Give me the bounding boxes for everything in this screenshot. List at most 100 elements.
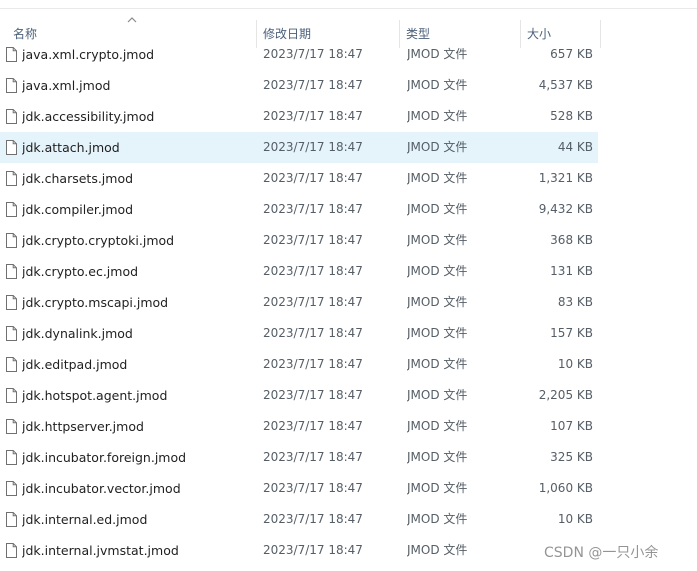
- file-row[interactable]: jdk.editpad.jmod 2023/7/17 18:47 JMOD 文件 10…: [0, 349, 600, 380]
- file-date: 2023/7/17 18:47: [263, 295, 363, 309]
- file-icon: [6, 264, 17, 279]
- file-date: 2023/7/17 18:47: [263, 419, 363, 433]
- file-name: jdk.editpad.jmod: [22, 357, 128, 372]
- file-list: java.xml.crypto.jmod 2023/7/17 18:47 JMOD …: [0, 39, 697, 571]
- file-icon: [6, 202, 17, 217]
- file-icon: [6, 140, 17, 155]
- file-row[interactable]: jdk.attach.jmod 2023/7/17 18:47 JMOD 文件 44 …: [0, 132, 598, 163]
- file-name: jdk.crypto.mscapi.jmod: [22, 295, 169, 310]
- file-row[interactable]: jdk.crypto.ec.jmod 2023/7/17 18:47 JMOD 文件…: [0, 256, 600, 287]
- file-type: JMOD 文件: [407, 481, 468, 495]
- file-size: 325 KB: [550, 450, 593, 464]
- file-size: 2,205 KB: [538, 388, 593, 402]
- file-name: java.xml.jmod: [22, 78, 111, 93]
- file-icon: [6, 78, 17, 93]
- file-type: JMOD 文件: [407, 543, 468, 557]
- file-icon: [6, 543, 17, 558]
- file-date: 2023/7/17 18:47: [263, 140, 363, 154]
- file-date: 2023/7/17 18:47: [263, 450, 363, 464]
- file-row[interactable]: jdk.internal.jvmstat.jmod 2023/7/17 18:47…: [0, 535, 600, 566]
- file-date: 2023/7/17 18:47: [263, 543, 363, 557]
- file-size: 1,321 KB: [538, 171, 593, 185]
- file-type: JMOD 文件: [407, 233, 468, 247]
- file-date: 2023/7/17 18:47: [263, 357, 363, 371]
- file-icon: [6, 326, 17, 341]
- file-type: JMOD 文件: [407, 419, 468, 433]
- file-name: jdk.dynalink.jmod: [22, 326, 133, 341]
- file-name: jdk.crypto.cryptoki.jmod: [22, 233, 175, 248]
- file-date: 2023/7/17 18:47: [263, 388, 363, 402]
- file-size: 131 KB: [550, 264, 593, 278]
- file-date: 2023/7/17 18:47: [263, 171, 363, 185]
- file-date: 2023/7/17 18:47: [263, 78, 363, 92]
- file-icon: [6, 512, 17, 527]
- file-size: 4,537 KB: [538, 78, 593, 92]
- file-name: jdk.attach.jmod: [22, 140, 120, 155]
- file-name: jdk.internal.jvmstat.jmod: [22, 543, 179, 558]
- file-name: jdk.incubator.foreign.jmod: [22, 450, 187, 465]
- top-separator: [0, 8, 697, 9]
- file-icon: [6, 450, 17, 465]
- file-row[interactable]: jdk.hotspot.agent.jmod 2023/7/17 18:47 JMO…: [0, 380, 600, 411]
- file-size: 83 KB: [557, 295, 593, 309]
- file-size: 10 KB: [557, 512, 593, 526]
- file-date: 2023/7/17 18:47: [263, 109, 363, 123]
- file-name: jdk.incubator.vector.jmod: [22, 481, 181, 496]
- file-name: jdk.crypto.ec.jmod: [22, 264, 139, 279]
- file-date: 2023/7/17 18:47: [263, 233, 363, 247]
- file-date: 2023/7/17 18:47: [263, 481, 363, 495]
- file-type: JMOD 文件: [407, 264, 468, 278]
- watermark: CSDN @一只小余: [544, 545, 659, 561]
- file-row[interactable]: jdk.httpserver.jmod 2023/7/17 18:47 JMOD 文…: [0, 411, 600, 442]
- file-name: jdk.httpserver.jmod: [22, 419, 144, 434]
- file-size: 9,432 KB: [538, 202, 593, 216]
- file-icon: [6, 481, 17, 496]
- file-date: 2023/7/17 18:47: [263, 264, 363, 278]
- file-date: 2023/7/17 18:47: [263, 202, 363, 216]
- file-size: 657 KB: [550, 47, 593, 61]
- file-icon: [6, 388, 17, 403]
- file-row[interactable]: jdk.crypto.cryptoki.jmod 2023/7/17 18:47 J…: [0, 225, 600, 256]
- file-name: jdk.compiler.jmod: [22, 202, 134, 217]
- file-size: 528 KB: [550, 109, 593, 123]
- file-icon: [6, 295, 17, 310]
- file-date: 2023/7/17 18:47: [263, 326, 363, 340]
- file-icon: [6, 171, 17, 186]
- file-date: 2023/7/17 18:47: [263, 512, 363, 526]
- file-row[interactable]: jdk.incubator.vector.jmod 2023/7/17 18:47…: [0, 473, 600, 504]
- file-row[interactable]: jdk.accessibility.jmod 2023/7/17 18:47 JMO…: [0, 101, 600, 132]
- file-name: jdk.accessibility.jmod: [22, 109, 155, 124]
- file-name: jdk.hotspot.agent.jmod: [22, 388, 168, 403]
- file-date: 2023/7/17 18:47: [263, 47, 363, 61]
- file-size: 157 KB: [550, 326, 593, 340]
- file-type: JMOD 文件: [407, 171, 468, 185]
- file-name: java.xml.crypto.jmod: [22, 47, 155, 62]
- file-type: JMOD 文件: [407, 512, 468, 526]
- file-row[interactable]: java.xml.crypto.jmod 2023/7/17 18:47 JMOD …: [0, 39, 600, 70]
- file-row[interactable]: jdk.crypto.mscapi.jmod 2023/7/17 18:47 JMO…: [0, 287, 600, 318]
- file-name: jdk.internal.ed.jmod: [22, 512, 148, 527]
- file-icon: [6, 419, 17, 434]
- file-type: JMOD 文件: [407, 295, 468, 309]
- file-row[interactable]: jdk.charsets.jmod 2023/7/17 18:47 JMOD 文件 1…: [0, 163, 600, 194]
- file-row[interactable]: jdk.compiler.jmod 2023/7/17 18:47 JMOD 文件 9…: [0, 194, 600, 225]
- file-icon: [6, 47, 17, 62]
- file-type: JMOD 文件: [407, 140, 468, 154]
- file-type: JMOD 文件: [407, 388, 468, 402]
- file-row[interactable]: jdk.incubator.foreign.jmod 2023/7/17 18:4…: [0, 442, 600, 473]
- file-type: JMOD 文件: [407, 202, 468, 216]
- file-size: 368 KB: [550, 233, 593, 247]
- file-type: JMOD 文件: [407, 78, 468, 92]
- file-type: JMOD 文件: [407, 450, 468, 464]
- file-row[interactable]: jdk.dynalink.jmod 2023/7/17 18:47 JMOD 文件 1…: [0, 318, 600, 349]
- file-size: 10 KB: [557, 357, 593, 371]
- file-row[interactable]: jdk.internal.ed.jmod 2023/7/17 18:47 JMOD …: [0, 504, 600, 535]
- file-row[interactable]: java.xml.jmod 2023/7/17 18:47 JMOD 文件 4,537…: [0, 70, 600, 101]
- file-size: 107 KB: [550, 419, 593, 433]
- file-size: 44 KB: [557, 140, 593, 154]
- file-type: JMOD 文件: [407, 109, 468, 123]
- file-icon: [6, 357, 17, 372]
- file-type: JMOD 文件: [407, 326, 468, 340]
- file-type: JMOD 文件: [407, 47, 468, 61]
- file-name: jdk.charsets.jmod: [22, 171, 134, 186]
